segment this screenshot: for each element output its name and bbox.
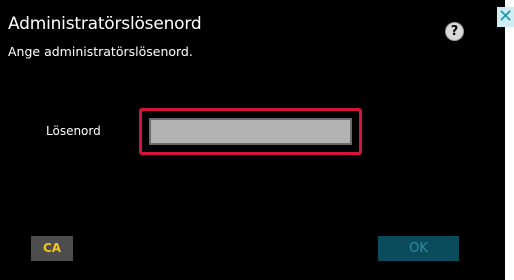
close-icon[interactable]: ✕ [497, 7, 514, 27]
dialog-instruction: Ange administratörslösenord. [8, 44, 193, 59]
password-label: Lösenord [46, 124, 101, 138]
admin-password-dialog: Administratörslösenord Ange administratö… [0, 0, 505, 280]
clear-all-button[interactable]: CA [31, 236, 73, 261]
ok-button[interactable]: OK [378, 236, 459, 261]
password-focus-frame [139, 108, 362, 155]
dialog-title: Administratörslösenord [8, 14, 202, 34]
password-field[interactable] [149, 118, 352, 145]
help-icon[interactable]: ? [445, 22, 464, 41]
